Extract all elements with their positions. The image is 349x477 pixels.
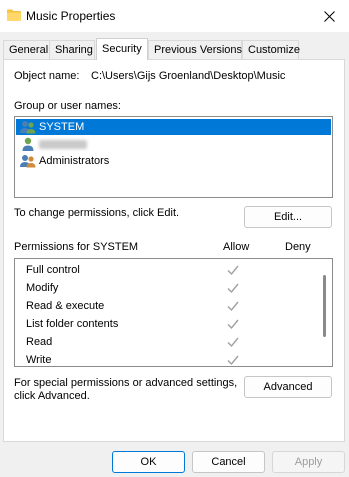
user-list[interactable]: SYSTEM Administrators — [14, 116, 333, 198]
tab-security[interactable]: Security — [96, 38, 148, 60]
allow-check-icon — [227, 283, 239, 294]
footer-divider — [0, 444, 349, 445]
apply-button[interactable]: Apply — [272, 451, 345, 473]
object-name-value: C:\Users\Gijs Groenland\Desktop\Music — [91, 70, 286, 82]
tab-label: Previous Versions — [154, 44, 243, 56]
user-name: Administrators — [39, 155, 110, 167]
tab-label: Sharing — [55, 44, 93, 56]
tab-label: Security — [102, 43, 142, 55]
permission-row: Read & execute — [15, 300, 315, 318]
object-name-label: Object name: — [14, 70, 80, 82]
permissions-list[interactable]: Full control Modify Read & execute List … — [14, 258, 333, 367]
deny-column-header: Deny — [285, 241, 311, 253]
tab-customize[interactable]: Customize — [242, 40, 300, 59]
allow-check-icon — [227, 337, 239, 348]
user-name: SYSTEM — [39, 121, 85, 133]
permission-row: List folder contents — [15, 318, 315, 336]
user-icon — [22, 137, 34, 151]
tab-label: Customize — [248, 44, 300, 56]
special-line-1: For special permissions or advanced sett… — [14, 377, 238, 389]
tab-general[interactable]: General — [3, 40, 50, 59]
ok-button[interactable]: OK — [112, 451, 185, 473]
close-icon — [323, 10, 335, 22]
edit-button[interactable]: Edit... — [244, 206, 332, 228]
allow-check-icon — [227, 355, 239, 366]
tab-previous-versions[interactable]: Previous Versions — [148, 40, 242, 59]
permission-row: Modify — [15, 282, 315, 300]
tab-label: General — [9, 44, 49, 56]
allow-check-icon — [227, 301, 239, 312]
permission-row: Write — [15, 354, 315, 366]
permission-name: List folder contents — [26, 318, 119, 330]
title-bar: Music Properties — [0, 0, 349, 32]
list-item-redacted-user[interactable] — [16, 136, 331, 152]
change-permissions-text: To change permissions, click Edit. — [14, 207, 180, 219]
redacted-name — [39, 139, 87, 149]
cancel-button[interactable]: Cancel — [192, 451, 265, 473]
permission-name: Read — [26, 336, 53, 348]
allow-column-header: Allow — [223, 241, 250, 253]
permission-name: Read & execute — [26, 300, 105, 312]
scrollbar-thumb[interactable] — [323, 275, 326, 337]
permission-row: Read — [15, 336, 315, 354]
user-group-icon — [20, 155, 36, 168]
permissions-header: Permissions for SYSTEM — [14, 241, 139, 253]
special-line-2: click Advanced. — [14, 390, 90, 402]
tab-bar: General Sharing Security Previous Versio… — [0, 38, 349, 60]
permission-name: Full control — [26, 264, 80, 276]
allow-check-icon — [227, 265, 239, 276]
special-permissions-text: For special permissions or advanced sett… — [14, 377, 237, 403]
window-title: Music Properties — [26, 9, 116, 23]
group-names-label: Group or user names: — [14, 100, 121, 112]
advanced-button[interactable]: Advanced — [244, 376, 332, 398]
folder-icon — [7, 9, 21, 21]
list-item-administrators[interactable]: Administrators — [16, 153, 331, 169]
tab-sharing[interactable]: Sharing — [49, 40, 95, 59]
close-button[interactable] — [317, 4, 341, 28]
permission-name: Modify — [26, 282, 59, 294]
user-group-icon — [20, 121, 36, 134]
allow-check-icon — [227, 319, 239, 330]
list-item-system[interactable]: SYSTEM — [16, 119, 331, 135]
permission-name: Write — [26, 354, 52, 366]
permission-row: Full control — [15, 264, 315, 282]
